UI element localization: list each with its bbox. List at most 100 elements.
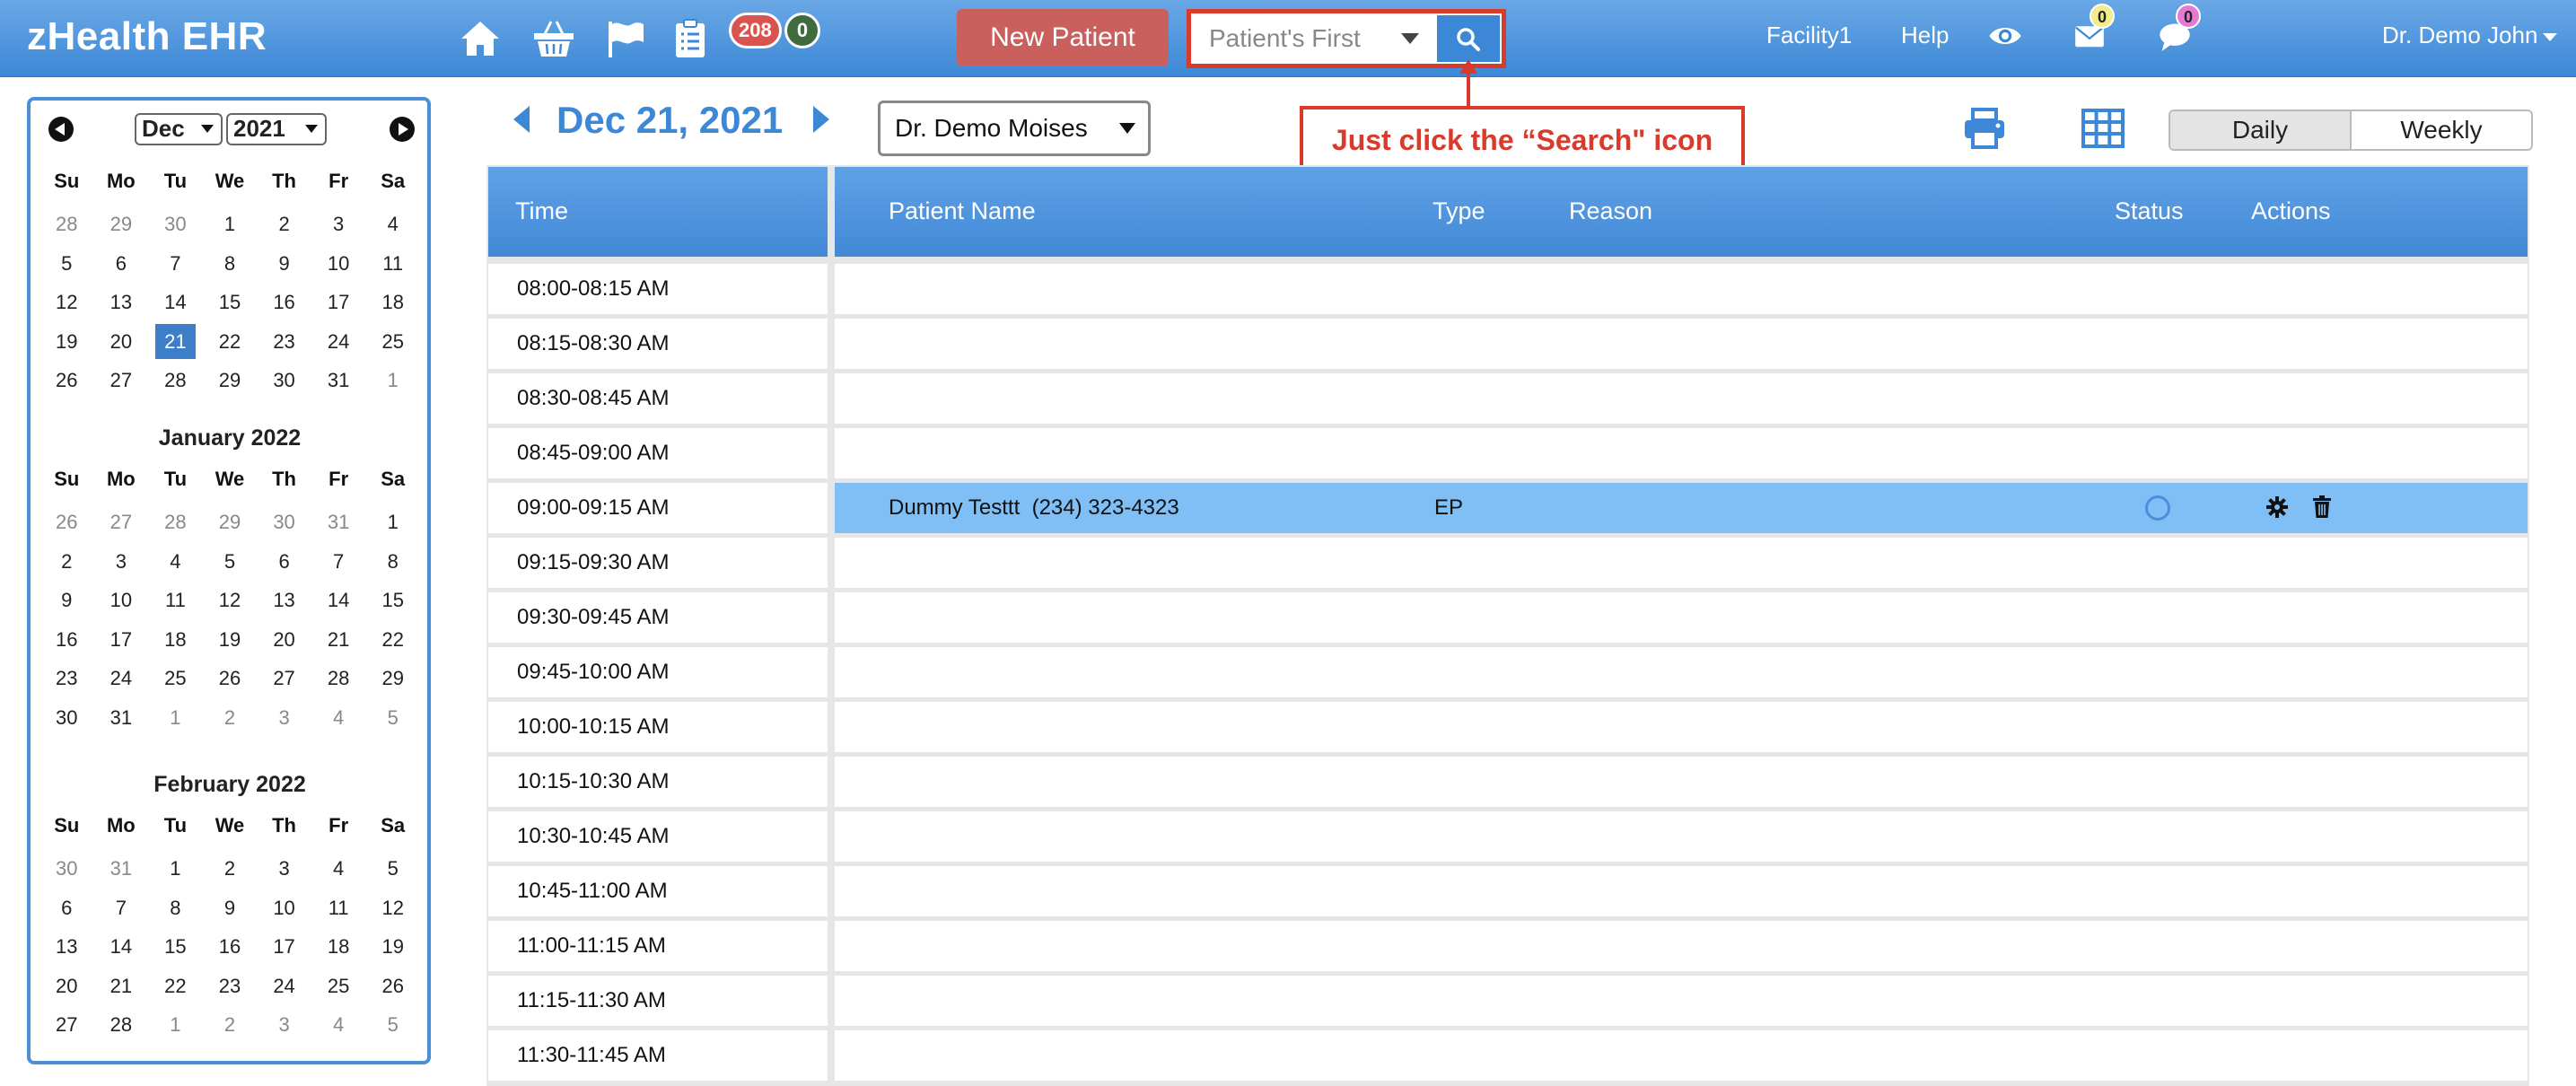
calendar-day[interactable]: 9 <box>203 889 258 928</box>
basket-icon[interactable] <box>531 16 576 61</box>
calendar-day[interactable]: 4 <box>311 698 366 738</box>
empty-slot-cell[interactable] <box>835 757 2528 807</box>
patient-search-input[interactable] <box>1193 15 1433 62</box>
calendar-day[interactable]: 21 <box>311 620 366 660</box>
calendar-day[interactable]: 27 <box>257 659 311 698</box>
calendar-day[interactable]: 30 <box>39 698 94 738</box>
calendar-day[interactable]: 23 <box>257 322 311 362</box>
calendar-day[interactable]: 26 <box>203 659 258 698</box>
calendar-day[interactable]: 22 <box>203 322 258 362</box>
time-slot[interactable]: 10:00-10:15 AM <box>488 702 828 752</box>
daily-view-button[interactable]: Daily <box>2170 111 2352 149</box>
calendar-day[interactable]: 6 <box>94 244 149 284</box>
time-slot[interactable]: 10:30-10:45 AM <box>488 811 828 862</box>
gear-icon[interactable] <box>2265 495 2289 519</box>
calendar-day[interactable]: 30 <box>257 503 311 542</box>
empty-slot-cell[interactable] <box>835 702 2528 752</box>
calendar-day[interactable]: 4 <box>365 205 420 244</box>
calendar-day[interactable]: 16 <box>203 927 258 967</box>
calendar-day[interactable]: 1 <box>148 1005 203 1045</box>
calendar-day[interactable]: 14 <box>94 927 149 967</box>
calendar-day[interactable]: 7 <box>94 889 149 928</box>
calendar-day[interactable]: 19 <box>203 620 258 660</box>
calendar-day[interactable]: 16 <box>39 620 94 660</box>
calendar-day[interactable]: 27 <box>94 503 149 542</box>
calendar-day[interactable]: 5 <box>203 542 258 582</box>
calendar-day[interactable]: 6 <box>39 889 94 928</box>
time-slot[interactable]: 08:15-08:30 AM <box>488 319 828 369</box>
calendar-day[interactable]: 30 <box>39 849 94 889</box>
empty-slot-cell[interactable] <box>835 592 2528 643</box>
empty-slot-cell[interactable] <box>835 538 2528 588</box>
flag-icon[interactable] <box>603 16 648 61</box>
time-slot[interactable]: 09:00-09:15 AM <box>488 483 828 533</box>
calendar-day[interactable]: 28 <box>311 659 366 698</box>
calendar-day[interactable]: 4 <box>311 1005 366 1045</box>
status-circle-icon[interactable] <box>2145 495 2170 521</box>
calendar-day[interactable]: 5 <box>39 244 94 284</box>
calendar-day[interactable]: 9 <box>39 581 94 620</box>
calendar-day[interactable]: 12 <box>39 283 94 322</box>
calendar-day[interactable]: 23 <box>203 967 258 1006</box>
calendar-day[interactable]: 31 <box>311 503 366 542</box>
time-slot[interactable]: 08:00-08:15 AM <box>488 264 828 314</box>
calendar-day[interactable]: 2 <box>203 698 258 738</box>
calendar-day[interactable]: 4 <box>311 849 366 889</box>
calendar-day[interactable]: 11 <box>365 244 420 284</box>
calendar-day[interactable]: 27 <box>39 1005 94 1045</box>
calendar-day[interactable]: 2 <box>203 849 258 889</box>
calendar-day[interactable]: 11 <box>148 581 203 620</box>
empty-slot-cell[interactable] <box>835 1030 2528 1081</box>
eye-icon[interactable] <box>1987 18 2023 54</box>
calendar-day[interactable]: 21 <box>94 967 149 1006</box>
calendar-day[interactable]: 26 <box>39 361 94 400</box>
calendar-day[interactable]: 8 <box>365 542 420 582</box>
calendar-day[interactable]: 18 <box>148 620 203 660</box>
calendar-day[interactable]: 3 <box>257 698 311 738</box>
help-link[interactable]: Help <box>1901 22 1949 49</box>
time-slot[interactable]: 10:15-10:30 AM <box>488 757 828 807</box>
calendar-day[interactable]: 5 <box>365 1005 420 1045</box>
calendar-day[interactable]: 28 <box>94 1005 149 1045</box>
doctor-select[interactable]: Dr. Demo Moises <box>878 101 1151 156</box>
calendar-day[interactable]: 29 <box>203 503 258 542</box>
calendar-day[interactable]: 1 <box>365 361 420 400</box>
calendar-day[interactable]: 15 <box>203 283 258 322</box>
calendar-day[interactable]: 19 <box>39 322 94 362</box>
prev-day-icon[interactable] <box>513 106 530 133</box>
empty-slot-cell[interactable] <box>835 319 2528 369</box>
calendar-day[interactable]: 5 <box>365 698 420 738</box>
calendar-day[interactable]: 25 <box>311 967 366 1006</box>
calendar-day[interactable]: 8 <box>148 889 203 928</box>
time-slot[interactable]: 08:45-09:00 AM <box>488 428 828 478</box>
calendar-day[interactable]: 18 <box>311 927 366 967</box>
calendar-day[interactable]: 17 <box>257 927 311 967</box>
empty-slot-cell[interactable] <box>835 428 2528 478</box>
calendar-day[interactable]: 12 <box>203 581 258 620</box>
calendar-day[interactable]: 12 <box>365 889 420 928</box>
appointment-cell[interactable]: Dummy Testtt (234) 323-4323 EP <box>835 483 2528 533</box>
calendar-day[interactable]: 25 <box>365 322 420 362</box>
appointment-patient[interactable]: Dummy Testtt (234) 323-4323 <box>889 483 1179 533</box>
calendar-day[interactable]: 20 <box>257 620 311 660</box>
search-field-dropdown-caret[interactable] <box>1401 33 1419 44</box>
calendar-day[interactable]: 31 <box>94 849 149 889</box>
calendar-day[interactable]: 4 <box>148 542 203 582</box>
calendar-day[interactable]: 10 <box>311 244 366 284</box>
user-menu[interactable]: Dr. Demo John <box>2382 22 2558 49</box>
calendar-day[interactable]: 22 <box>365 620 420 660</box>
calendar-day[interactable]: 2 <box>257 205 311 244</box>
empty-slot-cell[interactable] <box>835 373 2528 424</box>
calendar-day[interactable]: 14 <box>311 581 366 620</box>
calendar-day[interactable]: 29 <box>94 205 149 244</box>
calendar-day[interactable]: 25 <box>148 659 203 698</box>
calendar-day[interactable]: 2 <box>203 1005 258 1045</box>
calendar-day[interactable]: 14 <box>148 283 203 322</box>
facility-link[interactable]: Facility1 <box>1766 22 1852 49</box>
calendar-day[interactable]: 28 <box>148 361 203 400</box>
calendar-day[interactable]: 28 <box>148 503 203 542</box>
calendar-day[interactable]: 16 <box>257 283 311 322</box>
tasks-count-badge[interactable]: 0 <box>784 13 820 48</box>
calendar-day-selected[interactable]: 21 <box>155 323 196 359</box>
empty-slot-cell[interactable] <box>835 866 2528 916</box>
